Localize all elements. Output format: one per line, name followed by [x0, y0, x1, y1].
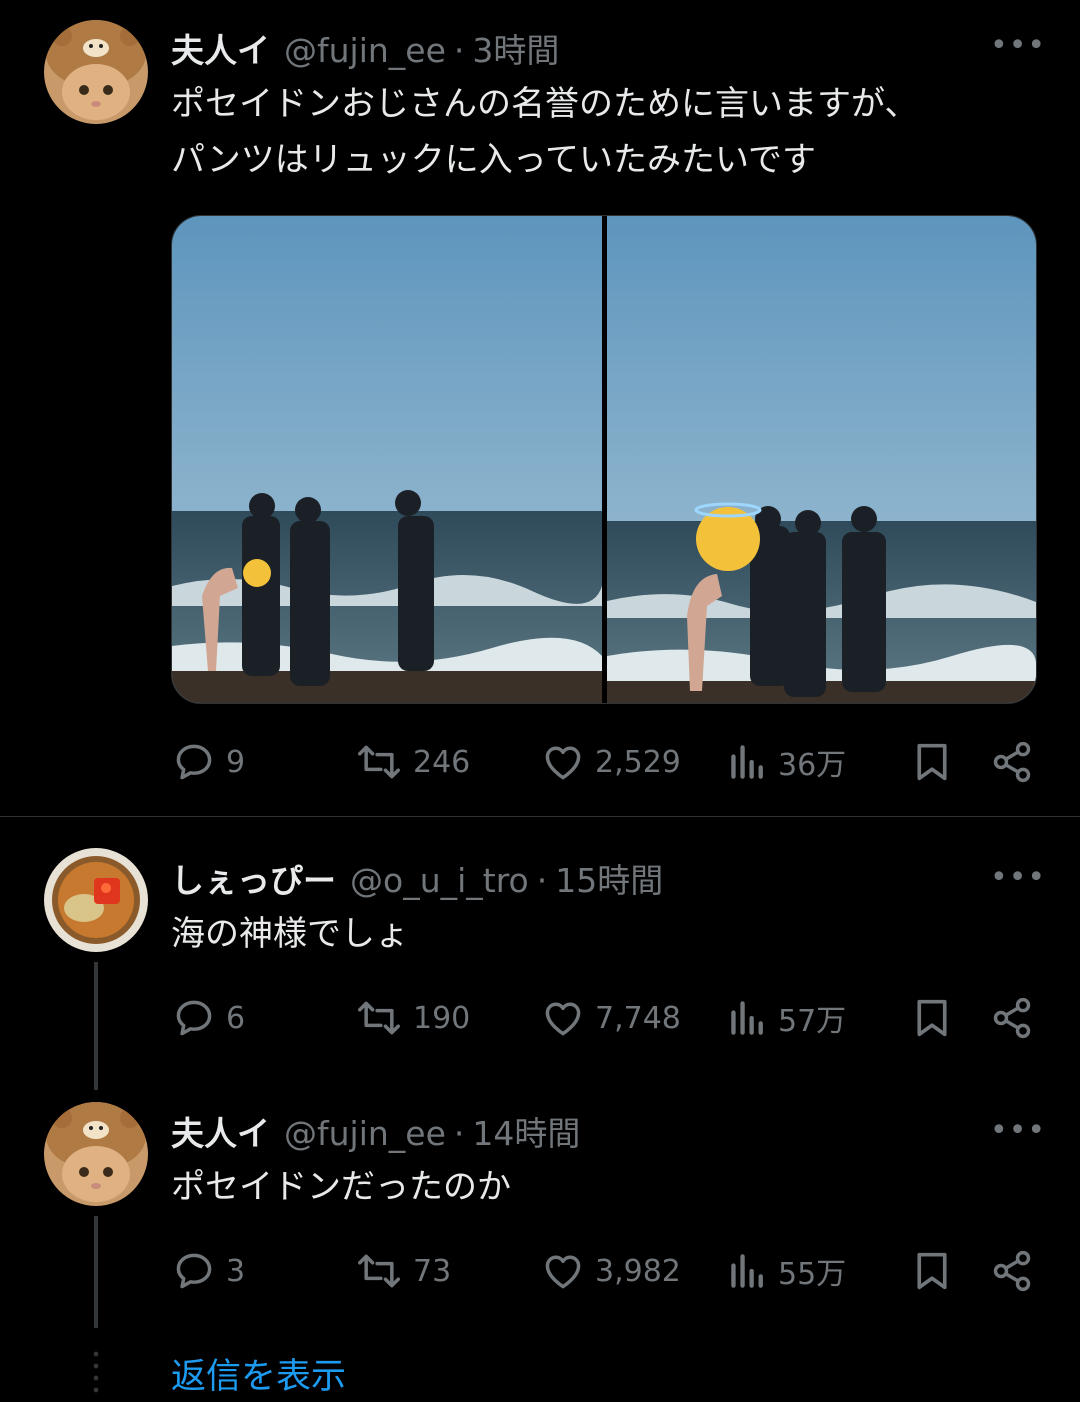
reply-count: 6	[226, 1000, 246, 1036]
retweet-icon	[358, 1254, 400, 1288]
thread-dots	[93, 1350, 99, 1394]
timestamp[interactable]: 15時間	[555, 854, 663, 902]
more-icon[interactable]: •••	[990, 28, 1046, 63]
display-name[interactable]: 夫人イ	[171, 1107, 270, 1155]
views-button[interactable]: 36万	[728, 740, 846, 784]
avatar[interactable]	[44, 848, 148, 952]
retweet-button[interactable]: 190	[355, 996, 470, 1040]
tweet-header: 夫人イ @fujin_ee · 3時間	[171, 24, 559, 72]
bookmark-button[interactable]	[912, 1249, 952, 1293]
reply-button[interactable]: 9	[172, 740, 245, 784]
timestamp[interactable]: 14時間	[472, 1107, 580, 1155]
like-count: 3,982	[595, 1253, 681, 1289]
timestamp[interactable]: 3時間	[472, 24, 559, 72]
share-icon	[993, 997, 1031, 1039]
handle[interactable]: @o_u_i_tro	[350, 861, 529, 900]
views-icon	[731, 1254, 763, 1288]
reply-count: 3	[226, 1253, 246, 1289]
bookmark-icon	[917, 743, 947, 781]
like-button[interactable]: 7,748	[541, 996, 681, 1040]
tweet-text: ポセイドンだったのか	[171, 1159, 511, 1215]
retweet-button[interactable]: 73	[355, 1249, 451, 1293]
views-icon	[731, 745, 763, 779]
tweet-header: しぇっぴー @o_u_i_tro · 15時間	[171, 854, 663, 902]
reply-button[interactable]: 3	[172, 1249, 245, 1293]
avatar[interactable]	[44, 1102, 148, 1206]
thread-line	[94, 1216, 98, 1328]
divider	[0, 816, 1080, 817]
like-icon	[545, 1002, 581, 1036]
display-name[interactable]: 夫人イ	[171, 24, 270, 72]
more-icon[interactable]: •••	[990, 860, 1046, 895]
like-count: 7,748	[595, 1000, 681, 1036]
tweet-text-line: パンツはリュックに入っていたみたいです	[171, 140, 816, 180]
share-button[interactable]	[990, 996, 1034, 1040]
reply-count: 9	[226, 744, 246, 780]
retweet-button[interactable]: 246	[355, 740, 470, 784]
share-icon	[993, 1250, 1031, 1292]
tweet-text-line: 海の神様でしょ	[171, 914, 409, 954]
share-button[interactable]	[990, 1249, 1034, 1293]
like-icon	[545, 1255, 581, 1289]
share-button[interactable]	[990, 740, 1034, 784]
retweet-icon	[358, 745, 400, 779]
views-count: 57万	[778, 1004, 847, 1039]
like-button[interactable]: 2,529	[541, 740, 681, 784]
photo-left	[172, 216, 602, 703]
handle[interactable]: @fujin_ee	[284, 1114, 446, 1153]
bookmark-button[interactable]	[912, 996, 952, 1040]
retweet-icon	[358, 1001, 400, 1035]
bookmark-icon	[917, 999, 947, 1037]
reply-icon	[176, 744, 212, 780]
photo-right	[607, 216, 1036, 703]
views-count: 36万	[778, 748, 847, 783]
views-button[interactable]: 55万	[728, 1249, 846, 1293]
like-button[interactable]: 3,982	[541, 1249, 681, 1293]
separator: ·	[536, 861, 548, 900]
views-count: 55万	[778, 1257, 847, 1292]
tweet-text-line: ポセイドンおじさんの名誉のために言いますが、	[171, 84, 919, 124]
avatar[interactable]	[44, 20, 148, 124]
tweet-text: ポセイドンおじさんの名誉のために言いますが、 パンツはリュックに入っていたみたい…	[171, 76, 918, 188]
tweet-media[interactable]	[171, 215, 1037, 704]
retweet-count: 73	[413, 1253, 452, 1289]
separator: ·	[453, 1114, 465, 1153]
bookmark-button[interactable]	[912, 740, 952, 784]
reply-icon	[176, 1253, 212, 1289]
share-icon	[993, 741, 1031, 783]
like-count: 2,529	[595, 744, 681, 780]
views-button[interactable]: 57万	[728, 996, 846, 1040]
tweet-text: 海の神様でしょ	[171, 906, 409, 962]
reply-button[interactable]: 6	[172, 996, 245, 1040]
bookmark-icon	[917, 1252, 947, 1290]
retweet-count: 246	[413, 744, 471, 780]
handle[interactable]: @fujin_ee	[284, 31, 446, 70]
separator: ·	[453, 31, 465, 70]
display-name[interactable]: しぇっぴー	[171, 854, 336, 902]
tweet-text-line: ポセイドンだったのか	[171, 1167, 511, 1207]
retweet-count: 190	[413, 1000, 471, 1036]
thread-line	[94, 962, 98, 1090]
show-replies-link[interactable]: 返信を表示	[171, 1348, 346, 1399]
like-icon	[545, 746, 581, 780]
tweet-header: 夫人イ @fujin_ee · 14時間	[171, 1107, 580, 1155]
reply-icon	[176, 1000, 212, 1036]
views-icon	[731, 1001, 763, 1035]
more-icon[interactable]: •••	[990, 1113, 1046, 1148]
